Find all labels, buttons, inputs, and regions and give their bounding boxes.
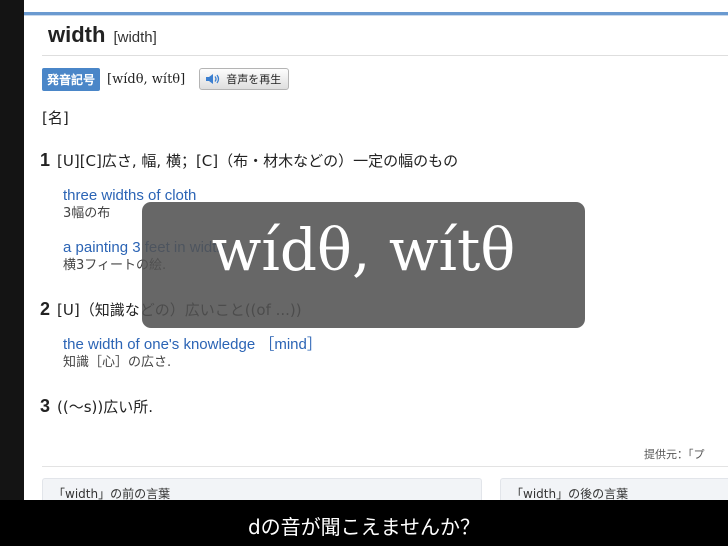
pronunciation-text: [wídθ, wítθ] (107, 71, 186, 87)
subtitle-bar: dの音が聞こえませんか？ (0, 500, 728, 546)
pronunciation-badge: 発音記号 (42, 67, 101, 91)
sense-number: 1 (40, 150, 51, 170)
play-audio-label: 音声を再生 (226, 73, 282, 86)
title-divider (42, 55, 728, 56)
section-divider (42, 466, 728, 467)
play-audio-button[interactable]: 音声を再生 (199, 68, 290, 90)
sense-1: 1 [U][C]広さ, 幅, 横；[C]（布・材木などの）一定の幅のもの (40, 150, 458, 171)
example-japanese: 知識［心］の広さ. (63, 355, 172, 370)
sense-3: 3 ((〜s))広い所. (40, 396, 153, 417)
sense-definition: [U][C]広さ, 幅, 横；[C]（布・材木などの）一定の幅のもの (57, 152, 459, 170)
entry-title: width [width] (48, 22, 157, 48)
example-english-link[interactable]: the width of one's knowledge ［mind］ (63, 336, 322, 354)
subtitle-text: dの音が聞こえませんか？ (247, 515, 481, 539)
previous-words-title[interactable]: 「width」の前の言葉 (53, 487, 170, 500)
sense-number: 3 (40, 396, 51, 416)
speaker-icon (206, 74, 220, 84)
video-frame: width [width] 発音記号 [wídθ, wítθ] 音声を再生 [名]… (0, 0, 728, 500)
next-words-title[interactable]: 「width」の後の言葉 (511, 487, 628, 500)
sense-number: 2 (40, 299, 51, 319)
sense-definition: ((〜s))広い所. (57, 398, 154, 416)
example-2-1: the width of one's knowledge ［mind］ 知識［心… (63, 336, 322, 372)
provider-credit: 提供元：「プ (644, 448, 705, 461)
headword-bracket: [width] (113, 29, 157, 46)
next-words-box: 「width」の後の言葉 (500, 478, 728, 500)
headword: width (48, 22, 106, 47)
pronunciation-overlay: wídθ, wítθ (142, 202, 585, 328)
overlay-pronunciation-text: wídθ, wítθ (211, 216, 516, 284)
part-of-speech: [名] (42, 109, 69, 127)
previous-words-box: 「width」の前の言葉 (42, 478, 482, 500)
header-accent-shadow (24, 15, 728, 16)
pronunciation-row: 発音記号 [wídθ, wítθ] 音声を再生 (42, 67, 290, 91)
